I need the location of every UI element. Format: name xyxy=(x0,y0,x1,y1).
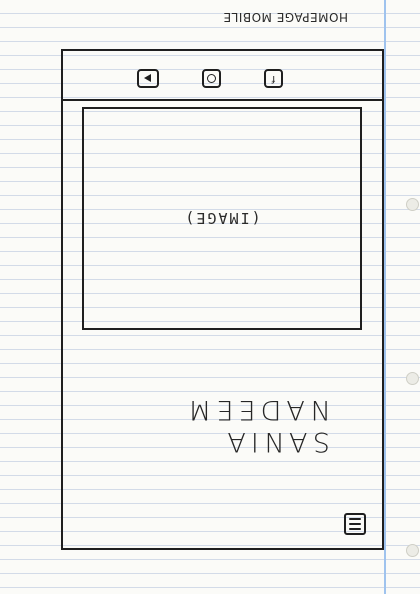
hero-name: SANIA NADEEM xyxy=(110,393,330,457)
instagram-icon[interactable] xyxy=(202,69,221,88)
facebook-glyph: f xyxy=(271,73,276,85)
hamburger-menu-icon xyxy=(349,518,361,520)
hamburger-menu-icon xyxy=(349,523,361,525)
page-caption: HOMEPAGE MOBILE xyxy=(223,10,348,24)
hamburger-menu-button[interactable] xyxy=(344,513,366,535)
hamburger-menu-icon xyxy=(349,528,361,530)
instagram-ring xyxy=(207,74,216,83)
mobile-frame: SANIA NADEEM (IMAGE) f xyxy=(61,49,384,550)
facebook-icon[interactable]: f xyxy=(264,69,283,88)
youtube-play-triangle xyxy=(144,74,151,83)
image-placeholder: (IMAGE) xyxy=(82,107,362,330)
hero-name-first: SANIA xyxy=(222,426,330,457)
youtube-icon[interactable] xyxy=(137,69,159,88)
hero-name-last: NADEEM xyxy=(183,394,330,426)
footer-social-bar: f xyxy=(63,51,382,101)
image-placeholder-label: (IMAGE) xyxy=(183,209,261,228)
sketch-sheet: SANIA NADEEM (IMAGE) f HOMEPAGE MOBILE xyxy=(0,0,420,594)
